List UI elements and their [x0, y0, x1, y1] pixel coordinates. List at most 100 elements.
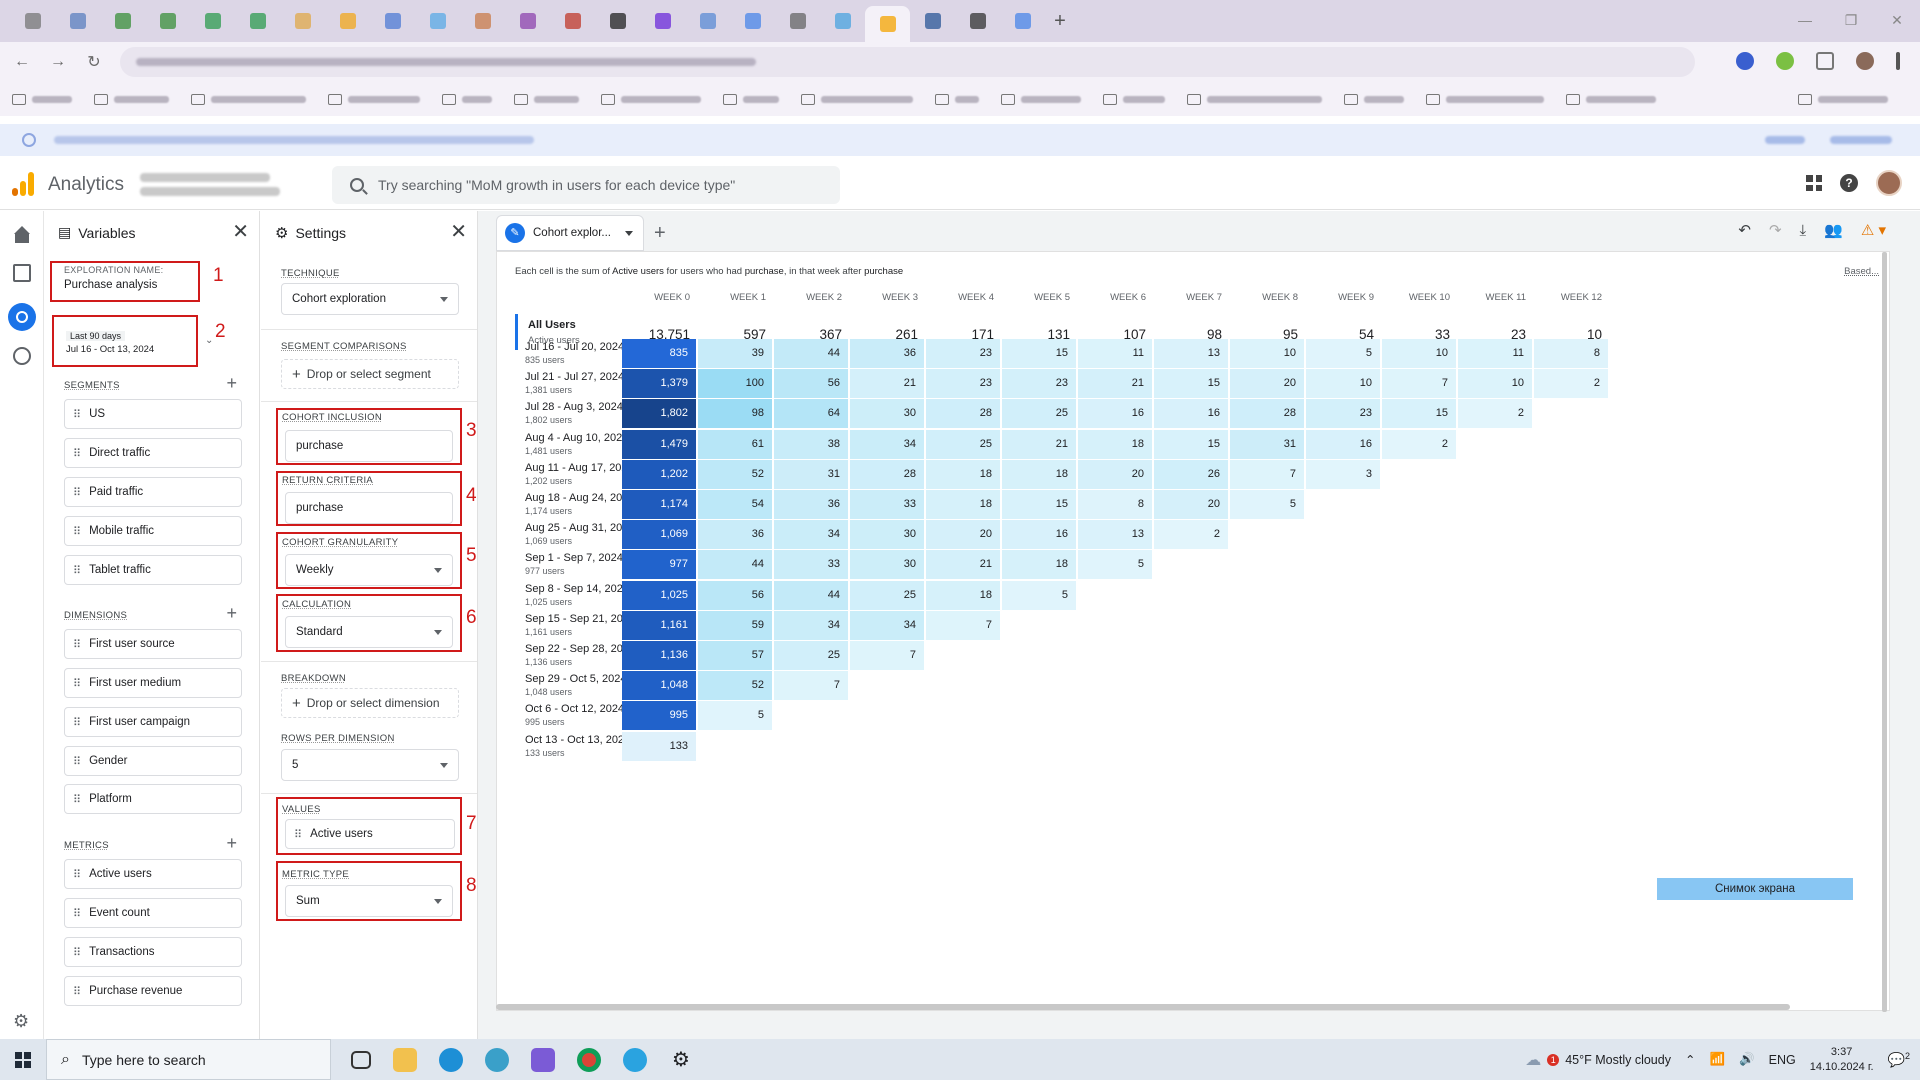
tray-chevron-up-icon[interactable]: ⌃ [1685, 1052, 1695, 1067]
search-box[interactable]: Try searching "MoM growth in users for e… [332, 166, 840, 204]
browser-tab[interactable] [280, 0, 325, 42]
cohort-cell[interactable]: 28 [926, 399, 1000, 429]
download-icon[interactable]: ⤓ [1800, 222, 1807, 239]
chrome-icon[interactable] [577, 1047, 601, 1072]
browser-tab[interactable] [775, 0, 820, 42]
cohort-cell[interactable]: 28 [850, 459, 924, 489]
dimension-chip[interactable]: ⠿ First user source [64, 629, 242, 659]
cohort-cell[interactable]: 54 [698, 490, 772, 519]
chevron-down-icon[interactable] [625, 230, 633, 236]
cohort-cell[interactable]: 39 [698, 339, 772, 368]
bookmark-folder[interactable] [601, 93, 701, 105]
advertising-icon[interactable] [13, 347, 31, 365]
cohort-cell[interactable]: 36 [698, 520, 772, 550]
cohort-cell[interactable]: 18 [926, 490, 1000, 519]
cohort-cell[interactable]: 59 [698, 610, 772, 640]
profile-icon[interactable] [1856, 52, 1874, 70]
close-icon[interactable]: ✕ [232, 219, 249, 244]
cohort-cell[interactable]: 10 [1382, 339, 1456, 368]
cohort-cell[interactable]: 7 [1230, 459, 1304, 489]
cohort-cell[interactable]: 44 [698, 550, 772, 580]
drag-handle-icon[interactable]: ⠿ [73, 408, 81, 421]
cohort-cell[interactable]: 33 [850, 490, 924, 519]
extension-icon[interactable] [1736, 52, 1754, 70]
technique-select[interactable]: Cohort exploration [281, 283, 459, 315]
cohort-cell[interactable]: 8 [1078, 490, 1152, 519]
cohort-cell[interactable]: 1,174 [622, 490, 696, 519]
browser-tab[interactable] [1000, 0, 1045, 42]
cohort-cell[interactable]: 133 [622, 731, 696, 761]
drag-handle-icon[interactable]: ⠿ [73, 677, 81, 690]
drag-handle-icon[interactable]: ⠿ [73, 755, 81, 768]
cohort-cell[interactable]: 16 [1078, 399, 1152, 429]
cohort-cell[interactable]: 15 [1154, 429, 1228, 459]
cohort-cell[interactable]: 20 [1078, 459, 1152, 489]
cohort-cell[interactable]: 3 [1306, 459, 1380, 489]
extension-icon[interactable] [1776, 52, 1794, 70]
cohort-cell[interactable]: 21 [1078, 369, 1152, 399]
cohort-cell[interactable]: 16 [1154, 399, 1228, 429]
cohort-cell[interactable]: 1,069 [622, 520, 696, 550]
browser-tab[interactable] [595, 0, 640, 42]
drag-handle-icon[interactable]: ⠿ [73, 447, 81, 460]
cohort-cell[interactable]: 23 [1002, 369, 1076, 399]
close-window-icon[interactable]: ✕ [1874, 0, 1920, 40]
browser-tab[interactable] [325, 0, 370, 42]
cohort-cell[interactable]: 15 [1002, 490, 1076, 519]
cohort-cell[interactable]: 11 [1078, 339, 1152, 368]
cohort-cell[interactable]: 34 [850, 429, 924, 459]
cohort-cell[interactable]: 2 [1154, 520, 1228, 550]
network-icon[interactable]: 📶 [1709, 1052, 1725, 1067]
home-icon[interactable] [13, 226, 31, 244]
cohort-cell[interactable]: 11 [1458, 339, 1532, 368]
cohort-cell[interactable]: 100 [698, 369, 772, 399]
browser-tab[interactable] [820, 0, 865, 42]
cohort-cell[interactable]: 26 [1154, 459, 1228, 489]
redo-icon[interactable]: ↷ [1769, 221, 1782, 239]
cohort-cell[interactable]: 34 [850, 610, 924, 640]
cohort-cell[interactable]: 25 [926, 429, 1000, 459]
browser-tab[interactable] [955, 0, 1000, 42]
cohort-cell[interactable]: 56 [698, 580, 772, 610]
address-bar[interactable] [120, 47, 1695, 77]
browser-tab[interactable] [460, 0, 505, 42]
telegram-icon[interactable] [623, 1047, 647, 1072]
based-on-link[interactable]: Based... [1844, 266, 1879, 277]
metric-chip[interactable]: ⠿ Transactions [64, 937, 242, 967]
language-indicator[interactable]: ENG [1769, 1053, 1796, 1067]
bookmark-folder[interactable] [1426, 93, 1544, 105]
cohort-cell[interactable]: 5 [1306, 339, 1380, 368]
dimension-chip[interactable]: ⠿ First user medium [64, 668, 242, 698]
cohort-cell[interactable]: 31 [774, 459, 848, 489]
cohort-cell[interactable]: 2 [1534, 369, 1608, 399]
help-icon[interactable]: ? [1840, 174, 1858, 192]
bookmark-folder[interactable] [1001, 93, 1081, 105]
cohort-cell[interactable]: 1,161 [622, 610, 696, 640]
drag-handle-icon[interactable]: ⠿ [73, 985, 81, 998]
add-metric-plus-icon[interactable]: + [226, 833, 237, 854]
drop-segment-target[interactable]: + Drop or select segment [281, 359, 459, 389]
cohort-cell[interactable]: 15 [1002, 339, 1076, 368]
cohort-cell[interactable]: 10 [1230, 339, 1304, 368]
file-explorer-icon[interactable] [393, 1047, 417, 1072]
cohort-cell[interactable]: 31 [1230, 429, 1304, 459]
cohort-cell[interactable]: 21 [926, 550, 1000, 580]
weather-widget[interactable]: ☁ 1 45°F Mostly cloudy [1525, 1050, 1671, 1070]
cohort-cell[interactable]: 44 [774, 580, 848, 610]
dismiss-link-blurred[interactable] [1765, 136, 1805, 144]
browser-tab[interactable] [10, 0, 55, 42]
cohort-cell[interactable]: 16 [1002, 520, 1076, 550]
bookmark-folder[interactable] [723, 93, 779, 105]
learn-more-link-blurred[interactable] [1830, 136, 1892, 144]
cohort-cell[interactable]: 13 [1078, 520, 1152, 550]
bookmark-folder[interactable] [442, 93, 492, 105]
clock[interactable]: 3:37 14.10.2024 г. [1810, 1045, 1874, 1075]
minimize-icon[interactable]: — [1782, 0, 1828, 40]
cohort-cell[interactable]: 20 [926, 520, 1000, 550]
cohort-cell[interactable]: 18 [1078, 429, 1152, 459]
dimension-chip[interactable]: ⠿ Gender [64, 746, 242, 776]
browser-tab[interactable] [190, 0, 235, 42]
cohort-cell[interactable]: 1,379 [622, 369, 696, 399]
cohort-cell[interactable]: 1,802 [622, 399, 696, 429]
cohort-cell[interactable]: 30 [850, 399, 924, 429]
